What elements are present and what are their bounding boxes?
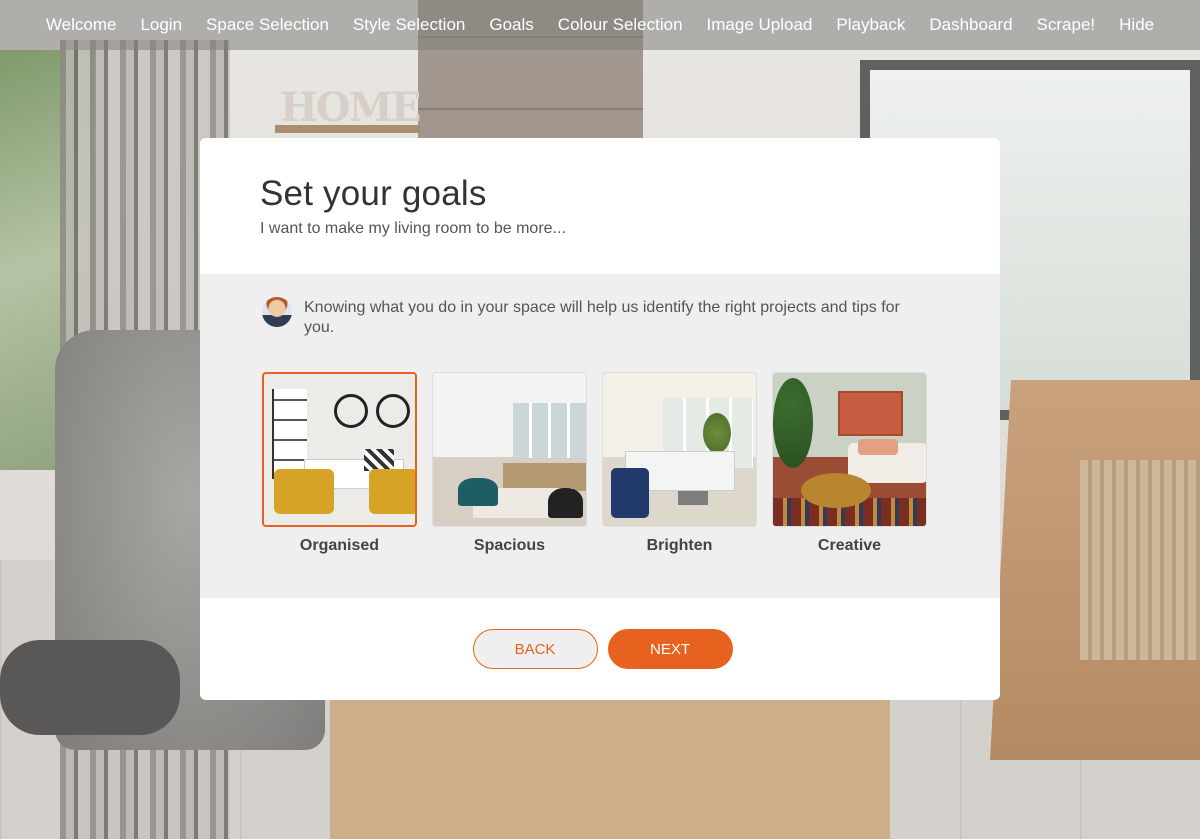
brass-table-graphic: [801, 473, 871, 508]
modal-body: Knowing what you do in your space will h…: [200, 274, 1000, 598]
black-chair-graphic: [548, 488, 583, 518]
goal-label-creative: Creative: [817, 537, 882, 554]
advisor-tip: Knowing what you do in your space will h…: [262, 297, 938, 338]
nav-scrape[interactable]: Scrape!: [1025, 15, 1108, 35]
yellow-chair-graphic: [274, 469, 334, 514]
nav-colour-selection[interactable]: Colour Selection: [546, 15, 695, 35]
nav-style-selection[interactable]: Style Selection: [341, 15, 477, 35]
teal-chair-graphic: [458, 478, 498, 506]
goal-option-organised[interactable]: Organised: [262, 372, 417, 555]
nav-login[interactable]: Login: [128, 15, 194, 35]
nav-hide[interactable]: Hide: [1107, 15, 1166, 35]
top-nav: Welcome Login Space Selection Style Sele…: [0, 0, 1200, 50]
home-sign: HOME: [280, 84, 421, 131]
palm-graphic: [773, 378, 813, 468]
goal-options: Organised Spacious Brighten Creative: [262, 372, 938, 555]
window-graphic: [513, 403, 586, 458]
goal-label-spacious: Spacious: [473, 537, 546, 554]
nav-goals[interactable]: Goals: [477, 15, 545, 35]
floor-cushion: [0, 640, 180, 735]
coffee-table: [330, 690, 890, 839]
back-button[interactable]: BACK: [472, 629, 598, 669]
goal-image-spacious[interactable]: [432, 372, 587, 527]
table-graphic: [678, 491, 708, 505]
couch-graphic: [503, 463, 586, 491]
goal-option-spacious[interactable]: Spacious: [432, 372, 587, 555]
bicycle-graphic: [334, 392, 412, 430]
modal-footer: BACK NEXT: [200, 598, 1000, 700]
page-subtitle: I want to make my living room to be more…: [260, 220, 566, 237]
goal-image-organised[interactable]: [262, 372, 417, 527]
shelf-graphic: [272, 389, 307, 479]
goals-modal: Set your goals I want to make my living …: [200, 138, 1000, 700]
modal-header: Set your goals I want to make my living …: [200, 138, 1000, 274]
nav-welcome[interactable]: Welcome: [34, 15, 129, 35]
goal-image-brighten[interactable]: [602, 372, 757, 527]
pillow-graphic: [858, 439, 898, 455]
nav-image-upload[interactable]: Image Upload: [695, 15, 825, 35]
next-button[interactable]: NEXT: [607, 629, 733, 669]
plant-graphic: [703, 413, 731, 453]
advisor-text: Knowing what you do in your space will h…: [304, 299, 900, 336]
page-title: Set your goals: [260, 174, 487, 213]
nav-dashboard[interactable]: Dashboard: [917, 15, 1024, 35]
throw-blanket: [1080, 460, 1200, 660]
goal-label-organised: Organised: [299, 537, 380, 554]
nav-space-selection[interactable]: Space Selection: [194, 15, 341, 35]
advisor-avatar-icon: [262, 297, 292, 327]
goal-image-creative[interactable]: [772, 372, 927, 527]
artwork-graphic: [838, 391, 903, 436]
goal-label-brighten: Brighten: [646, 537, 713, 554]
cushion-graphic: [364, 449, 394, 471]
yellow-chair-graphic: [369, 469, 415, 514]
goal-option-creative[interactable]: Creative: [772, 372, 927, 555]
nav-playback[interactable]: Playback: [824, 15, 917, 35]
blue-chair-graphic: [611, 468, 649, 518]
goal-option-brighten[interactable]: Brighten: [602, 372, 757, 555]
